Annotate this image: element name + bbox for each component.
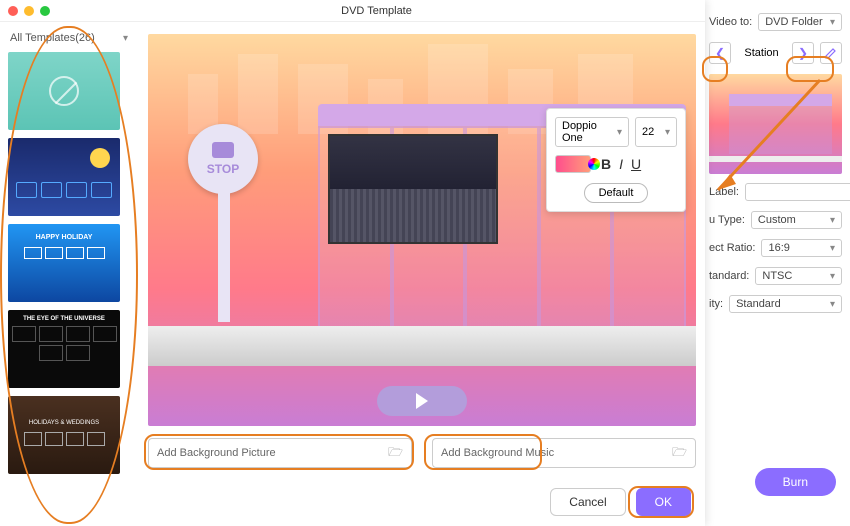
aspect-ratio-label: ect Ratio: [709,242,755,254]
template-name: Station [737,47,786,59]
add-bg-picture-button[interactable]: Add Background Picture 🗁 [148,438,412,468]
font-default-button[interactable]: Default [584,183,649,203]
chevron-down-icon: ▾ [830,17,835,28]
video-to-label: Video to: [709,16,752,28]
template-prev-button[interactable]: ❮ [709,42,731,64]
template-preview: STOP Doppio One▾ 22▾ B I [148,34,696,426]
play-button[interactable] [377,386,467,416]
template-thumb[interactable]: HOLIDAYS & WEDDINGS [8,396,120,474]
window-title: DVD Template [56,5,697,17]
template-next-button[interactable]: ❯ [792,42,814,64]
label-input[interactable] [745,183,850,201]
video-to-select[interactable]: DVD Folder▾ [758,13,842,31]
font-family-select[interactable]: Doppio One▾ [555,117,629,147]
folder-icon: 🗁 [388,443,403,464]
tv-standard-label: tandard: [709,270,749,282]
bus-icon [212,142,234,158]
folder-icon: 🗁 [672,443,687,464]
font-color-picker[interactable] [555,155,591,173]
menu-type-label: u Type: [709,214,745,226]
menu-type-select[interactable]: Custom▾ [751,211,842,229]
template-thumb[interactable]: HAPPY HOLIDAY [8,224,120,302]
label-label: Label: [709,186,739,198]
bus-stop-sign: STOP [188,124,258,194]
tv-standard-select[interactable]: NTSC▾ [755,267,842,285]
no-icon [49,76,79,106]
right-preview-thumb [709,74,842,174]
font-popup: Doppio One▾ 22▾ B I U Default [546,108,686,212]
template-sidebar: All Templates(26)▾ HAPPY HOLIDAY THE EYE… [4,28,134,518]
ok-button[interactable]: OK [636,488,691,516]
template-filter-dropdown[interactable]: All Templates(26)▾ [4,28,134,48]
template-thumb[interactable]: THE EYE OF THE UNIVERSE [8,310,120,388]
font-size-select[interactable]: 22▾ [635,117,677,147]
minimize-window-button[interactable] [24,6,34,16]
chevron-down-icon: ▾ [123,33,128,44]
zoom-window-button[interactable] [40,6,50,16]
underline-button[interactable]: U [631,156,641,172]
preview-video-slot[interactable] [328,134,498,244]
italic-button[interactable]: I [619,156,623,172]
add-bg-music-button[interactable]: Add Background Music 🗁 [432,438,696,468]
quality-select[interactable]: Standard▾ [729,295,842,313]
edit-icon [825,47,837,59]
aspect-ratio-select[interactable]: 16:9▾ [761,239,842,257]
play-icon [416,393,428,409]
bold-button[interactable]: B [601,156,611,172]
template-thumb[interactable] [8,52,120,130]
titlebar: DVD Template [0,0,705,22]
right-panel: Video to: DVD Folder▾ ❮ Station ❯ Label:… [700,0,850,526]
close-window-button[interactable] [8,6,18,16]
cancel-button[interactable]: Cancel [550,488,625,516]
template-thumb[interactable] [8,138,120,216]
burn-button[interactable]: Burn [755,468,836,496]
quality-label: ity: [709,298,723,310]
dvd-template-modal: DVD Template All Templates(26)▾ HAPPY HO… [0,0,705,526]
template-edit-button[interactable] [820,42,842,64]
